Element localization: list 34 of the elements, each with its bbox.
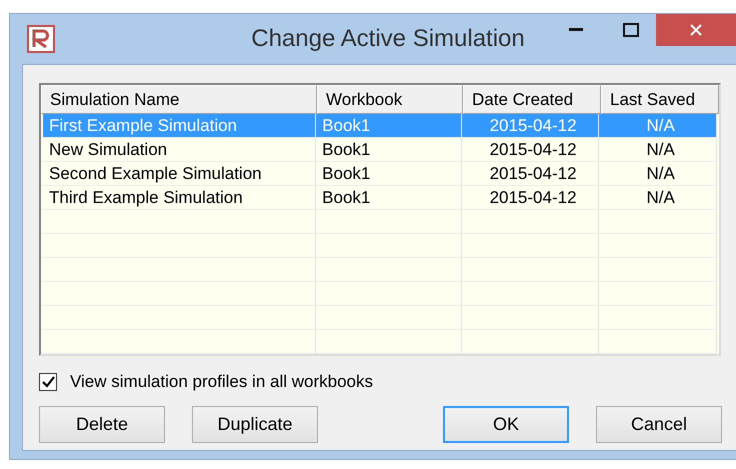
window-title: Change Active Simulation bbox=[251, 25, 525, 52]
maximize-icon bbox=[623, 23, 639, 37]
table-cell: N/A bbox=[599, 186, 717, 209]
dialog-button[interactable]: Cancel bbox=[596, 406, 722, 443]
column-header[interactable]: Date Created bbox=[463, 85, 601, 114]
minimize-icon bbox=[569, 28, 583, 32]
table-row[interactable]: New Simulation Book1 2015-04-12 N/A bbox=[43, 138, 717, 162]
table-cell: N/A bbox=[599, 114, 717, 137]
table-row[interactable]: Third Example Simulation Book1 2015-04-12 N/A bbox=[43, 186, 717, 210]
table-cell: Book1 bbox=[316, 138, 462, 161]
table-cell: N/A bbox=[599, 138, 717, 161]
checkbox-label: View simulation profiles in all workbooks bbox=[70, 372, 373, 392]
dialog-button[interactable]: Delete bbox=[39, 406, 165, 443]
table-cell: N/A bbox=[599, 162, 717, 185]
column-header[interactable]: Last Saved bbox=[601, 85, 719, 114]
dialog-button[interactable]: OK bbox=[443, 406, 569, 443]
table-cell: 2015-04-12 bbox=[462, 114, 600, 137]
logo-icon bbox=[27, 25, 55, 53]
checkbox[interactable] bbox=[39, 373, 57, 391]
table-cell: New Simulation bbox=[43, 138, 316, 161]
table-cell: Third Example Simulation bbox=[43, 186, 316, 209]
table-row[interactable]: Second Example Simulation Book1 2015-04-12 N/A bbox=[43, 162, 717, 186]
table-cell: First Example Simulation bbox=[43, 114, 316, 137]
table-cell: Book1 bbox=[316, 162, 462, 185]
close-icon bbox=[689, 23, 703, 37]
table-cell: 2015-04-12 bbox=[462, 186, 600, 209]
table-cell: Second Example Simulation bbox=[43, 162, 316, 185]
table-cell: 2015-04-12 bbox=[462, 138, 600, 161]
table-cell: Book1 bbox=[316, 114, 462, 137]
column-header[interactable]: Simulation Name bbox=[41, 85, 317, 114]
column-header[interactable]: Workbook bbox=[317, 85, 463, 114]
table-cell: 2015-04-12 bbox=[462, 162, 600, 185]
table-cell: Book1 bbox=[316, 186, 462, 209]
dialog-button[interactable]: Duplicate bbox=[192, 406, 318, 443]
